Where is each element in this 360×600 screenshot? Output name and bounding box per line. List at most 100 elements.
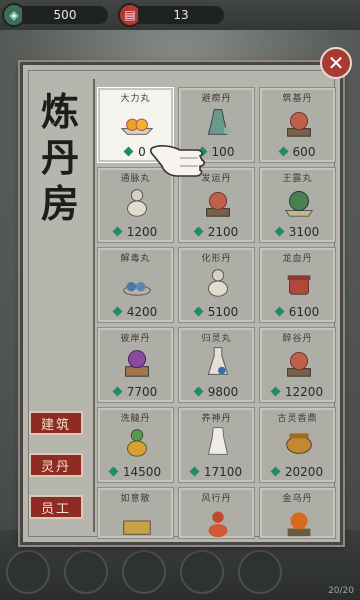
elixir-card[interactable]: 醉谷丹 12200	[259, 327, 336, 403]
jade-gem-icon	[278, 146, 288, 157]
elixir-price: 5100	[179, 305, 254, 319]
jade-gem-icon	[112, 386, 123, 397]
lidded-urn-icon	[287, 275, 311, 295]
elixir-price-value: 100	[211, 145, 235, 159]
elixir-grid: 大力丸 0 避痨丹 100 筑基丹 600 通脉丸 1200 发运丹 2100 王露丸 3100 解毒丸…	[97, 87, 337, 539]
jade-gem-icon	[193, 386, 204, 397]
elixir-price: 12200	[260, 385, 335, 399]
elixir-card[interactable]: 王露丸 3100	[259, 167, 336, 243]
jade-gem-icon	[123, 146, 134, 157]
jade-gem-icon	[193, 306, 204, 317]
elixir-price-value: 5100	[207, 305, 239, 319]
elixir-price-value: 7700	[126, 385, 158, 399]
worker-counter: 20/20	[328, 586, 354, 596]
jade-gem-icon	[189, 466, 200, 477]
elixir-price: 4200	[98, 305, 173, 319]
nav-button-4[interactable]	[180, 550, 224, 594]
close-button[interactable]: ✕	[320, 47, 352, 79]
elixir-card[interactable]: 归灵丸 9800	[178, 327, 255, 403]
elixir-card[interactable]: 解毒丸 4200	[97, 247, 174, 323]
nav-button-1[interactable]	[6, 550, 50, 594]
elixir-price: 14500	[98, 465, 173, 479]
red-gourd-icon	[208, 511, 228, 538]
incense-cauldron-icon	[286, 433, 312, 454]
elixir-card[interactable]: 彼岸丹 7700	[97, 327, 174, 403]
elixir-card[interactable]: 化形丹 5100	[178, 247, 255, 323]
elixir-card[interactable]: 养神丹 17100	[178, 407, 255, 483]
title-char-3: 房	[40, 181, 79, 226]
blue-pills-icon	[123, 281, 151, 296]
orange-pill-icon	[287, 512, 311, 537]
elixir-card[interactable]: 金乌丹	[259, 487, 336, 539]
jade-gem-icon	[274, 306, 285, 317]
elixir-price-value: 20200	[284, 465, 324, 479]
elixir-price: 1200	[98, 225, 173, 239]
elixir-price: 20200	[260, 465, 335, 479]
elixir-price-value: 14500	[122, 465, 162, 479]
jade-gem-icon	[270, 386, 281, 397]
purple-orb-box-icon	[125, 350, 149, 377]
jade-gem-icon	[270, 466, 281, 477]
alchemy-room-panel: 炼 丹 房 建筑 灵丹 员工 大力丸 0 避痨丹 100 筑基丹 600 通脉丸 1200 发运…	[20, 62, 343, 545]
nav-button-2[interactable]	[64, 550, 108, 594]
title-char-1: 炼	[40, 89, 79, 134]
top-currency-bar: ◈ 500 ▤ 13	[0, 0, 360, 30]
gold-box-icon	[123, 520, 151, 535]
elixir-price-value: 12200	[284, 385, 324, 399]
jade-gem-icon	[193, 226, 204, 237]
pill-pedestal-icon	[287, 351, 311, 377]
elixir-price: 9800	[179, 385, 254, 399]
tab-buildings[interactable]: 建筑	[29, 411, 83, 435]
jade-gem-icon	[274, 226, 285, 237]
elixir-card[interactable]: 龙血丹 6100	[259, 247, 336, 323]
elixir-price: 17100	[179, 465, 254, 479]
elixir-price: 600	[260, 145, 335, 159]
nav-button-3[interactable]	[122, 550, 166, 594]
elixir-price-value: 600	[292, 145, 316, 159]
gourd-icon	[208, 269, 228, 297]
green-gourd-icon	[127, 429, 147, 457]
elixir-price-value: 3100	[288, 225, 320, 239]
title-char-2: 丹	[40, 135, 79, 180]
elixir-price-value: 1200	[126, 225, 158, 239]
elixir-card[interactable]: 如意散	[97, 487, 174, 539]
jade-currency[interactable]: ◈ 500	[2, 3, 108, 27]
close-icon: ✕	[327, 51, 345, 75]
bottom-nav: 20/20	[0, 540, 360, 600]
elixir-price: 3100	[260, 225, 335, 239]
leaf-plate-icon	[284, 191, 314, 217]
dumpling-bowl-icon	[120, 118, 154, 135]
elixir-card[interactable]: 古灵香鼎 20200	[259, 407, 336, 483]
herb-vase-icon	[207, 109, 232, 135]
panel-divider	[93, 79, 95, 532]
elixir-card[interactable]: 筑基丹 600	[259, 87, 336, 163]
elixir-price-value: 9800	[207, 385, 239, 399]
elixir-price-value: 0	[138, 145, 146, 159]
elixir-price: 2100	[179, 225, 254, 239]
white-vase-icon	[207, 427, 229, 455]
elixir-price-value: 4200	[126, 305, 158, 319]
talisman-currency[interactable]: ▤ 13	[118, 3, 224, 27]
elixir-price: 7700	[98, 385, 173, 399]
tab-elixirs[interactable]: 灵丹	[29, 453, 83, 477]
elixir-card[interactable]: 风行丹	[178, 487, 255, 539]
pill-pedestal-icon	[206, 191, 230, 217]
elixir-price-value: 6100	[288, 305, 320, 319]
elixir-price-value: 2100	[207, 225, 239, 239]
side-tabs: 建筑 灵丹 员工	[29, 411, 83, 537]
gourd-icon	[127, 189, 147, 217]
jade-gem-icon	[112, 226, 123, 237]
jade-gem-icon	[108, 466, 119, 477]
elixir-card[interactable]: 洗髓丹 14500	[97, 407, 174, 483]
pointer-hand-icon	[150, 145, 205, 177]
talisman-currency-value: 13	[138, 6, 224, 24]
jade-currency-value: 500	[22, 6, 108, 24]
tab-staff[interactable]: 员工	[29, 495, 83, 519]
nav-button-5[interactable]	[238, 550, 282, 594]
elixir-price-value: 17100	[203, 465, 243, 479]
pill-pedestal-icon	[287, 111, 311, 137]
elixir-price: 6100	[260, 305, 335, 319]
panel-title: 炼 丹 房	[31, 89, 89, 227]
jade-gem-icon	[112, 306, 123, 317]
potion-bottle-icon	[207, 347, 229, 375]
